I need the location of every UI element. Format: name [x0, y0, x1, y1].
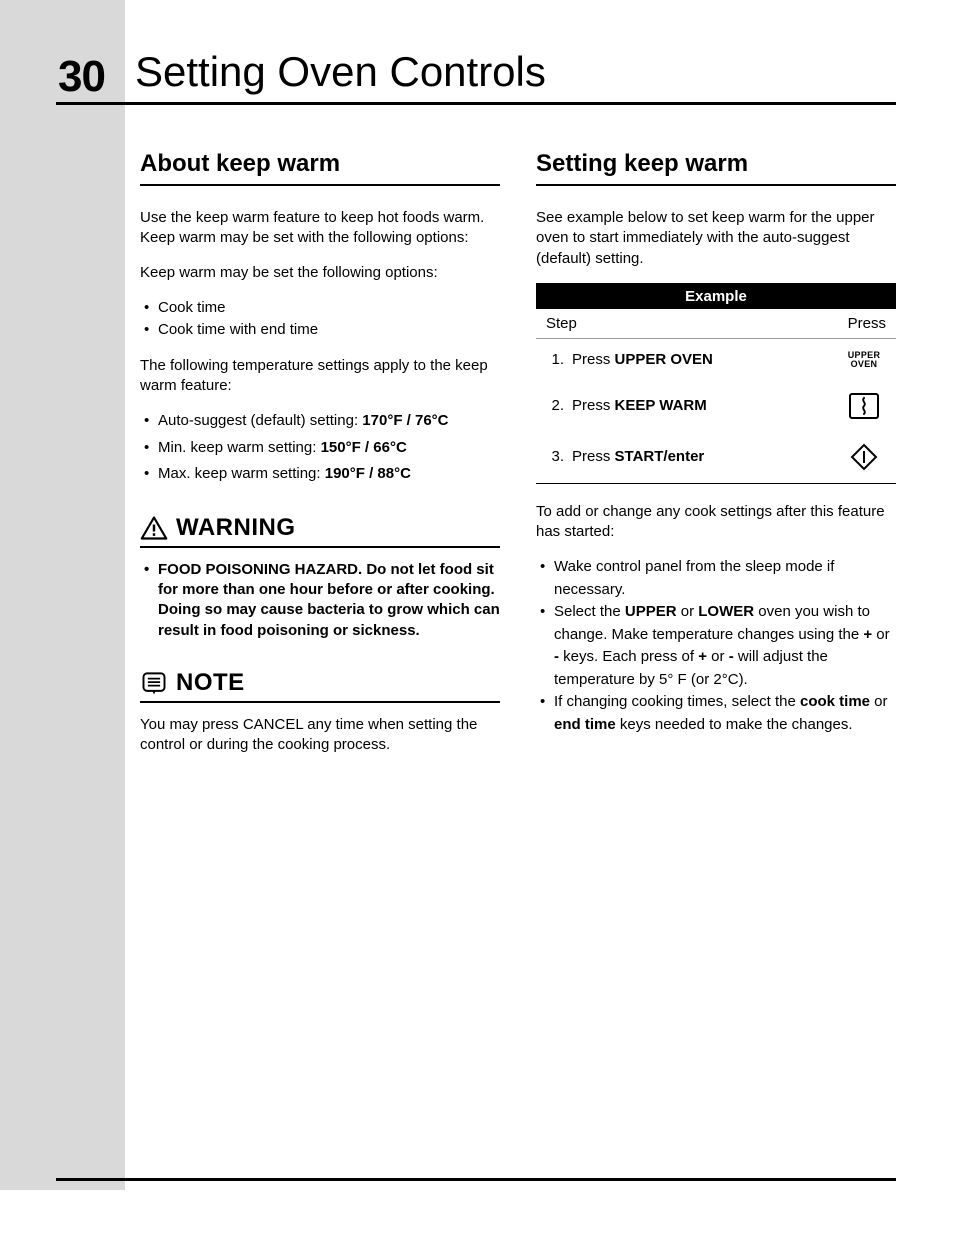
about-keep-warm-heading: About keep warm	[140, 150, 500, 186]
kw: +	[698, 648, 707, 665]
temp-settings-list: Auto-suggest (default) setting: 170°F / …	[140, 410, 500, 486]
step-text: 2. Press KEEP WARM	[546, 397, 707, 414]
kw: cook time	[800, 693, 870, 710]
step-key: KEEP WARM	[615, 397, 707, 414]
step-prefix: Press	[572, 351, 615, 368]
press-cell	[842, 443, 886, 471]
step-text: 1. Press UPPER OVEN	[546, 351, 713, 368]
t: Select the	[554, 603, 625, 620]
t: keys. Each press of	[559, 648, 698, 665]
setting-keep-warm-heading: Setting keep warm	[536, 150, 896, 186]
kw: UPPER	[625, 603, 677, 620]
warning-heading: WARNING	[140, 514, 500, 548]
list-item: Cook time with end time	[140, 319, 500, 342]
list-item: Min. keep warm setting: 150°F / 66°C	[140, 437, 500, 460]
temp-value: 170°F / 76°C	[362, 412, 448, 429]
temp-value: 190°F / 88°C	[325, 465, 411, 482]
note-memo-icon	[140, 670, 168, 696]
list-item: Cook time	[140, 297, 500, 320]
note-text: You may press CANCEL any time when setti…	[140, 715, 500, 756]
after-start-list: Wake control panel from the sleep mode i…	[536, 556, 896, 736]
temp-value: 150°F / 66°C	[321, 439, 407, 456]
step-number: 2.	[546, 397, 564, 414]
left-column: About keep warm Use the keep warm featur…	[140, 150, 500, 769]
steam-icon	[857, 397, 871, 415]
page-margin-sidebar	[0, 0, 125, 1190]
temp-label: Max. keep warm setting:	[158, 465, 321, 482]
t: or	[677, 603, 699, 620]
list-item: If changing cooking times, select the co…	[536, 691, 896, 736]
setting-intro: See example below to set keep warm for t…	[536, 208, 896, 269]
t: or	[872, 626, 890, 643]
manual-page: 30 Setting Oven Controls About keep warm…	[0, 0, 954, 1235]
warning-label: WARNING	[176, 514, 296, 542]
step-key: START/enter	[615, 448, 705, 465]
press-cell: UPPER OVEN	[842, 351, 886, 369]
footer-rule	[56, 1178, 896, 1181]
temp-label: Min. keep warm setting:	[158, 439, 316, 456]
step-prefix: Press	[572, 448, 615, 465]
step-text: 3. Press START/enter	[546, 448, 704, 465]
page-number: 30	[58, 52, 105, 102]
example-column-headers: Step Press	[536, 309, 896, 339]
t: or	[870, 693, 888, 710]
after-lead: To add or change any cook settings after…	[536, 502, 896, 543]
warning-body: FOOD POISONING HAZARD. Do not let food s…	[140, 560, 500, 641]
kw: LOWER	[698, 603, 754, 620]
temp-lead: The following temperature settings apply…	[140, 356, 500, 397]
options-lead: Keep warm may be set the following optio…	[140, 263, 500, 283]
upper-oven-button-icon: UPPER OVEN	[848, 351, 881, 369]
list-item: Max. keep warm setting: 190°F / 88°C	[140, 463, 500, 486]
t: or	[707, 648, 729, 665]
about-intro: Use the keep warm feature to keep hot fo…	[140, 208, 500, 249]
note-heading: NOTE	[140, 669, 500, 703]
kw: end time	[554, 716, 616, 733]
start-enter-button-icon	[850, 443, 878, 471]
t: If changing cooking times, select the	[554, 693, 800, 710]
note-label: NOTE	[176, 669, 245, 697]
press-cell	[842, 393, 886, 419]
chapter-title: Setting Oven Controls	[135, 48, 546, 96]
keep-warm-button-icon	[849, 393, 879, 419]
step-number: 3.	[546, 448, 564, 465]
col-press: Press	[848, 315, 886, 332]
table-row: 2. Press KEEP WARM	[536, 381, 896, 431]
table-row: 3. Press START/enter	[536, 431, 896, 483]
right-column: Setting keep warm See example below to s…	[536, 150, 896, 769]
example-title: Example	[536, 284, 896, 309]
table-row: 1. Press UPPER OVEN UPPER OVEN	[536, 339, 896, 381]
col-step: Step	[546, 315, 577, 332]
step-key: UPPER OVEN	[615, 351, 713, 368]
step-prefix: Press	[572, 397, 615, 414]
list-item: Wake control panel from the sleep mode i…	[536, 556, 896, 601]
t: keys needed to make the changes.	[616, 716, 853, 733]
step-number: 1.	[546, 351, 564, 368]
temp-label: Auto-suggest (default) setting:	[158, 412, 358, 429]
warning-text: FOOD POISONING HAZARD. Do not let food s…	[140, 560, 500, 641]
example-table: Example Step Press 1. Press UPPER OVEN U	[536, 283, 896, 484]
btn-line: OVEN	[848, 360, 881, 369]
title-rule	[56, 102, 896, 105]
warning-triangle-icon	[140, 515, 168, 541]
list-item: Select the UPPER or LOWER oven you wish …	[536, 601, 896, 691]
content-columns: About keep warm Use the keep warm featur…	[140, 150, 896, 769]
options-list: Cook time Cook time with end time	[140, 297, 500, 342]
kw: +	[863, 626, 872, 643]
list-item: Auto-suggest (default) setting: 170°F / …	[140, 410, 500, 433]
